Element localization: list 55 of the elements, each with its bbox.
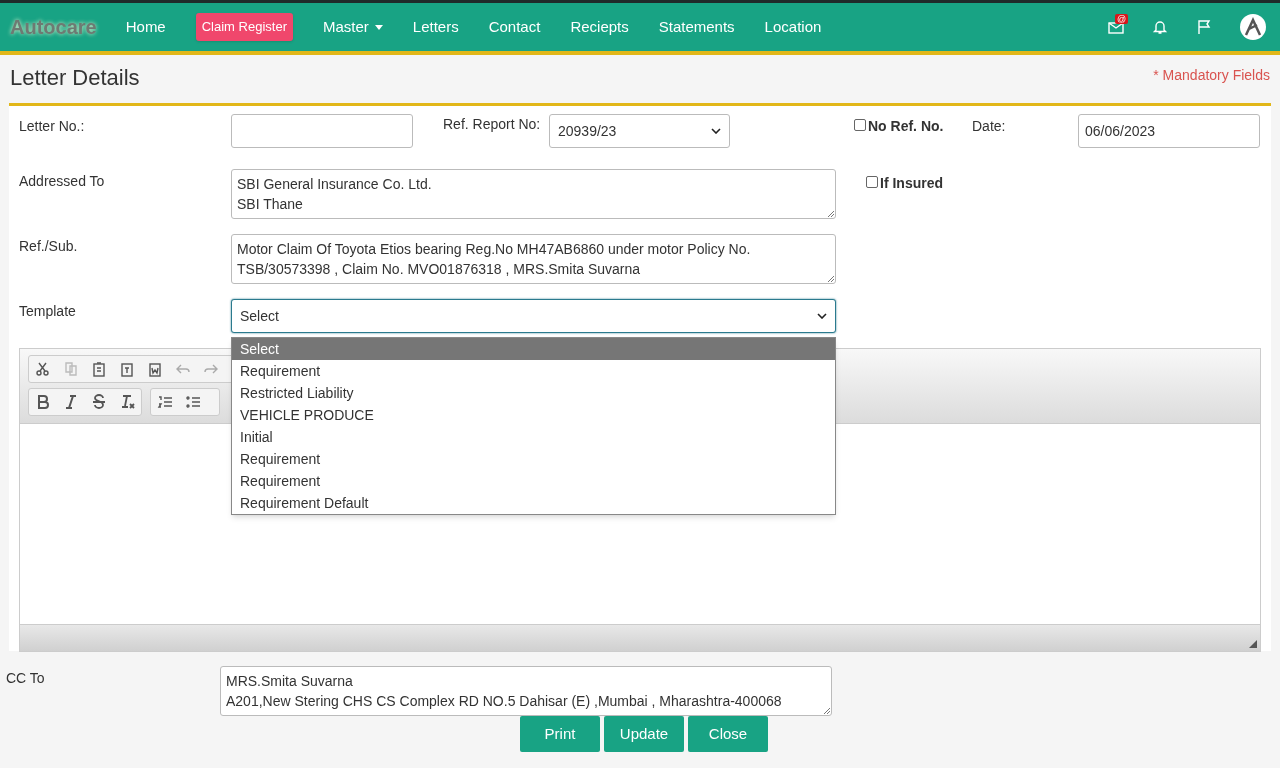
avatar-icon[interactable]	[1240, 14, 1266, 40]
select-field[interactable]: 20939/23	[549, 114, 730, 148]
caret-icon	[374, 24, 383, 30]
field-label: CC To	[6, 669, 46, 688]
field-label: Addressed To	[19, 172, 106, 191]
resize-handle-icon[interactable]	[823, 707, 830, 714]
clear-format-icon[interactable]	[119, 394, 135, 410]
text-line: TSB/30573398 , Claim No. MVO01876318 , MRS.Smita Suvarna	[237, 260, 642, 279]
chevron-icon	[817, 313, 827, 319]
date-field[interactable]: 06/06/2023	[1078, 114, 1260, 148]
field-label: Date:	[972, 117, 1007, 136]
paste-text-icon[interactable]	[119, 361, 135, 377]
input-field[interactable]	[231, 114, 413, 148]
paste-icon[interactable]	[91, 361, 107, 377]
mandatory-note: * Mandatory Fields	[1153, 66, 1270, 85]
text-area[interactable]: MRS.Smita Suvarna A201,New Stering CHS CS Complex RD NO.5 Dahisar (E) ,Mumbai , Mharashtra-400068	[220, 666, 832, 716]
numbered-list-icon[interactable]	[157, 394, 173, 410]
dropdown-option[interactable]: Restricted Liability	[232, 382, 835, 404]
text-line: SBI General Insurance Co. Ltd.	[237, 175, 433, 194]
notification-badge: @	[1115, 13, 1129, 24]
cut-icon[interactable]	[35, 361, 51, 377]
resize-handle-icon[interactable]	[1249, 640, 1257, 648]
text-area[interactable]: SBI General Insurance Co. Ltd. SBI Thane	[231, 169, 836, 219]
checkbox[interactable]	[854, 119, 866, 131]
chevron-icon	[711, 128, 721, 134]
select-field[interactable]: Select	[231, 299, 836, 333]
field-label: Letter No.:	[19, 117, 86, 136]
dropdown-option[interactable]: Requirement	[232, 470, 835, 492]
resize-handle-icon[interactable]	[827, 275, 834, 282]
dropdown-option[interactable]: Requirement	[232, 448, 835, 470]
text-line: A201,New Stering CHS CS Complex RD NO.5 Dahisar (E) ,Mumbai , Mharashtra-400068	[226, 692, 783, 711]
bell-icon[interactable]	[1152, 19, 1168, 35]
text-line: Motor Claim Of Toyota Etios bearing Reg.No MH47AB6860 under motor Policy No.	[237, 240, 752, 259]
text-line: MRS.Smita Suvarna	[226, 672, 354, 691]
dropdown-option[interactable]: Initial	[232, 426, 835, 448]
flag-icon[interactable]	[1196, 19, 1212, 35]
strikethrough-icon[interactable]	[91, 394, 107, 410]
dropdown-option[interactable]: Select	[232, 338, 835, 360]
dropdown-option[interactable]: Requirement	[232, 360, 835, 382]
checkbox-label: No Ref. No.	[868, 117, 944, 136]
checkbox[interactable]	[866, 176, 878, 188]
checkbox-label: If Insured	[880, 174, 943, 193]
italic-icon[interactable]	[63, 394, 79, 410]
paste-word-icon[interactable]	[147, 361, 163, 377]
bold-icon[interactable]	[35, 394, 51, 410]
field-label: Template	[19, 302, 77, 321]
dropdown-option[interactable]: VEHICLE PRODUCE	[232, 404, 835, 426]
text-line: SBI Thane	[237, 195, 304, 214]
page-title: Letter Details	[10, 64, 140, 92]
resize-handle-icon[interactable]	[827, 210, 834, 217]
bullet-list-icon[interactable]	[185, 394, 201, 410]
field-label: Ref./Sub.	[19, 237, 79, 256]
dropdown-option[interactable]: Requirement Default	[232, 492, 835, 514]
field-label: Ref. Report No:	[443, 115, 542, 134]
text-area[interactable]: Motor Claim Of Toyota Etios bearing Reg.No MH47AB6860 under motor Policy No. TSB/30573398 , Claim No. MVO01876318 , MRS.Smita Suvarna	[231, 234, 836, 284]
